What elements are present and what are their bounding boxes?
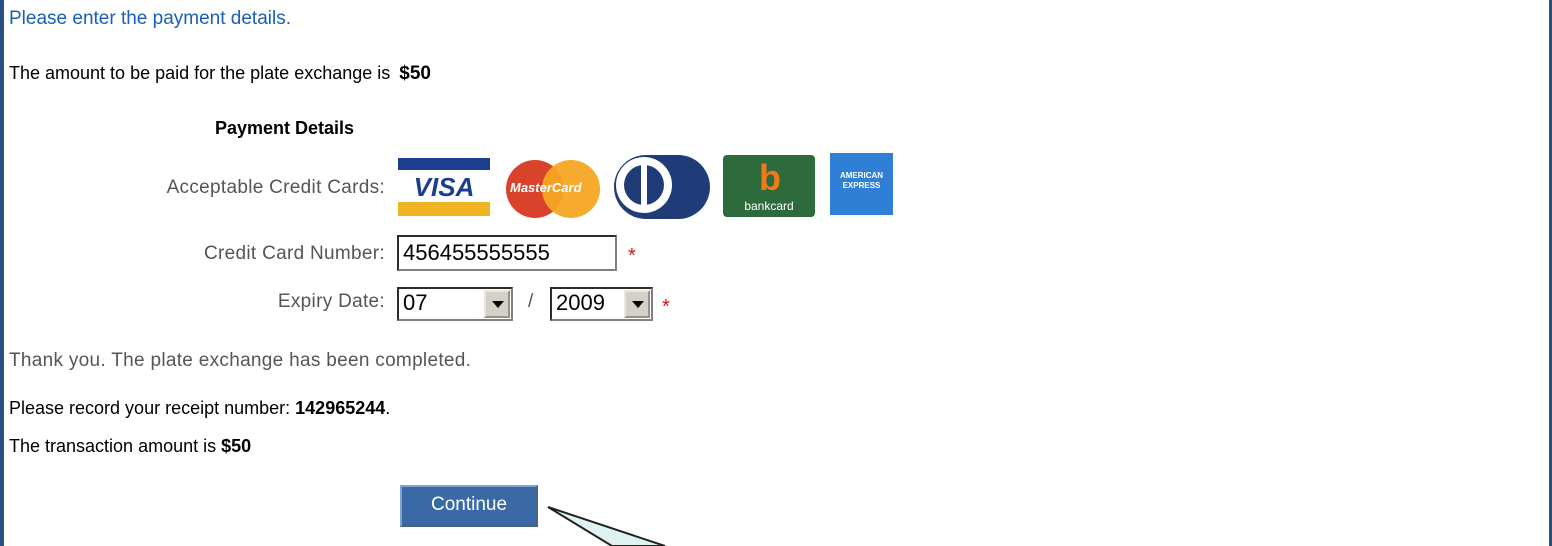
callout-pointer — [547, 506, 666, 546]
